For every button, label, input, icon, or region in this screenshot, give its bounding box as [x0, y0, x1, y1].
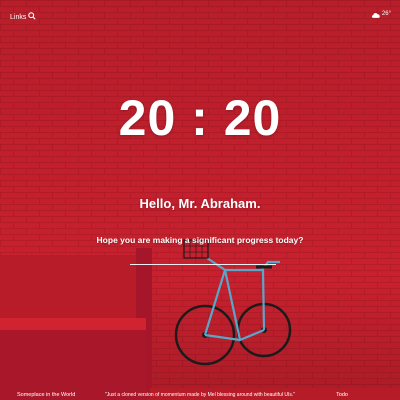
temperature: 26°	[381, 11, 391, 17]
clock: 20 : 20	[118, 90, 282, 146]
todo-button[interactable]: Todo	[336, 392, 348, 398]
focus-question: Hope you are making a significant progre…	[96, 235, 304, 245]
greeting: Hello, Mr. Abraham.	[139, 196, 261, 211]
search-icon[interactable]	[28, 12, 36, 22]
links-label: Links	[10, 13, 27, 21]
links-button[interactable]: Links	[10, 12, 36, 22]
weather-widget[interactable]: 26°	[371, 11, 391, 21]
cloud-icon	[371, 11, 381, 21]
focus-input[interactable]	[130, 252, 276, 265]
bench	[0, 248, 152, 400]
